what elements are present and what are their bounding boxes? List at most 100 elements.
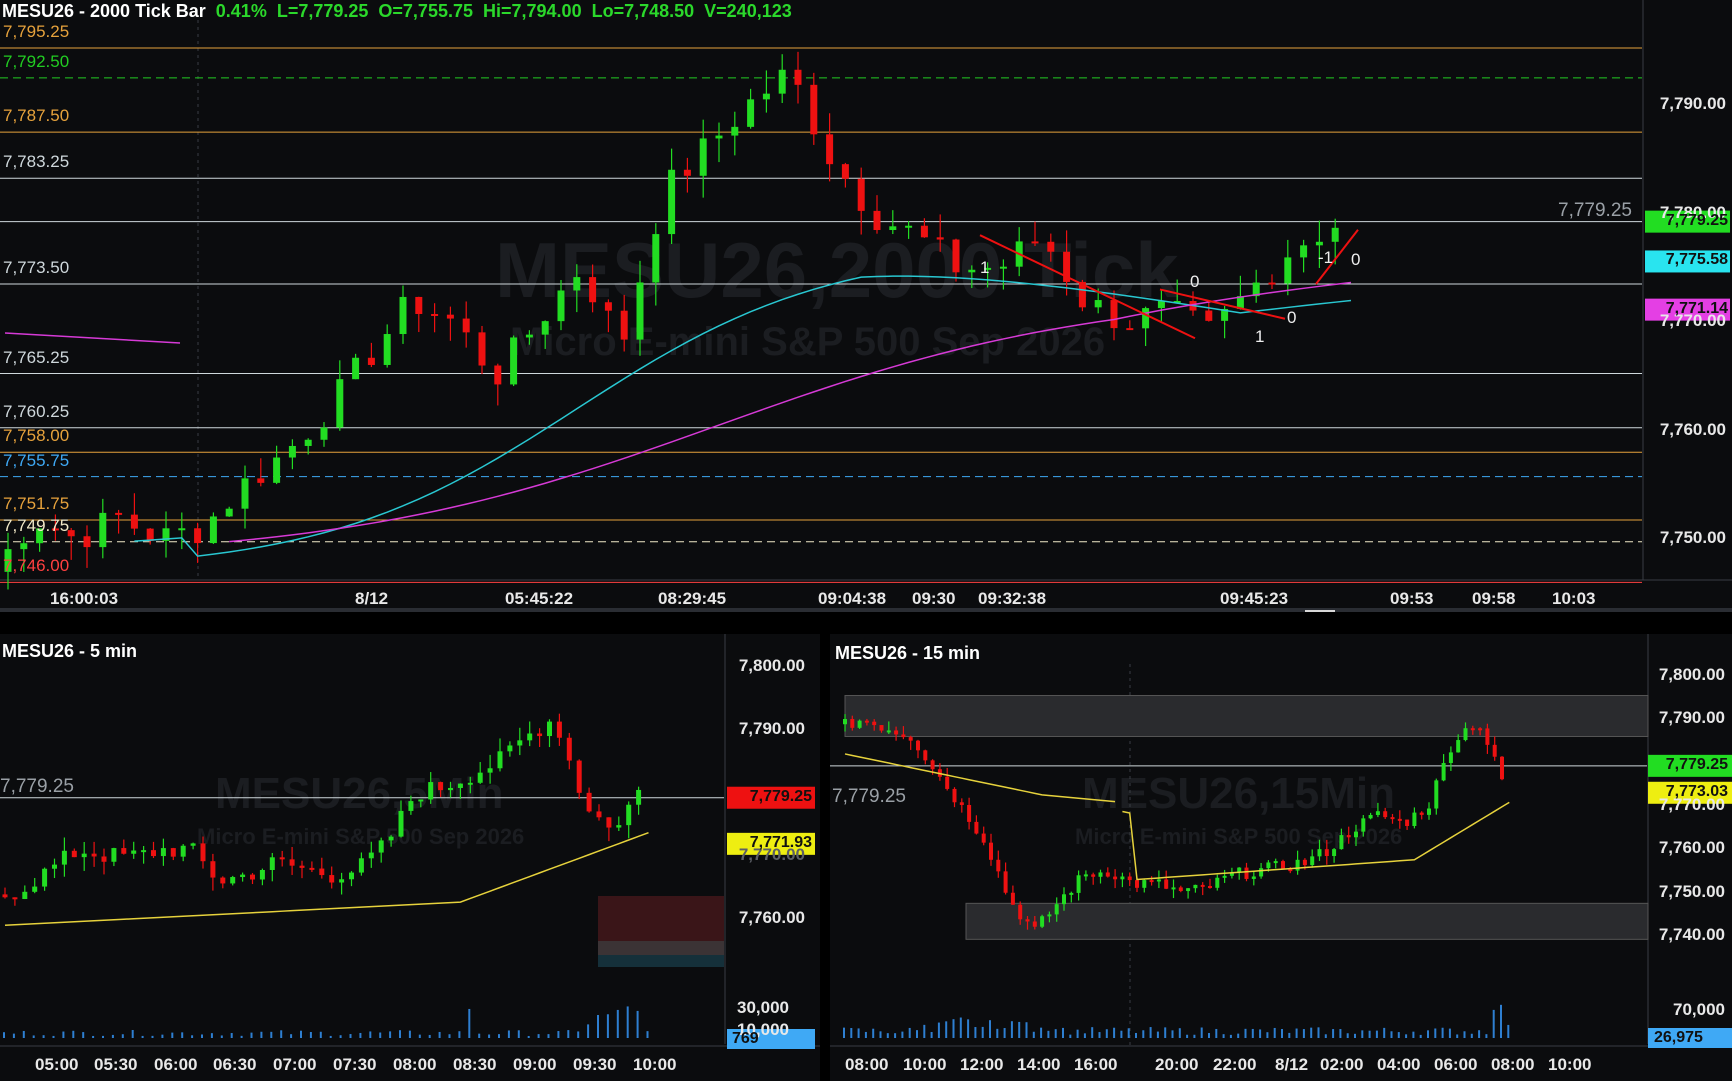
volume-bar bbox=[1025, 1022, 1028, 1038]
volume-bar bbox=[220, 1035, 223, 1038]
volume-bar bbox=[864, 1031, 867, 1038]
volume-bar bbox=[959, 1017, 962, 1038]
fifteen-min-candle bbox=[1215, 877, 1220, 888]
level-label: 7,749.75 bbox=[3, 515, 70, 535]
volume-bar bbox=[349, 1034, 352, 1038]
tick-candle bbox=[920, 225, 928, 238]
five-minute-chart-pane[interactable]: MESU26,5Min Micro E-mini S&P 500 Sep 202… bbox=[0, 634, 820, 1081]
tick-candle bbox=[209, 516, 217, 544]
five-min-candle bbox=[398, 810, 404, 837]
volume-bar bbox=[181, 1032, 184, 1038]
fifteen-min-candle bbox=[916, 740, 920, 751]
tick-candle bbox=[1126, 328, 1134, 331]
volume-bar bbox=[280, 1030, 283, 1038]
volume-bar bbox=[1105, 1029, 1108, 1038]
volume-tag: 769 bbox=[732, 1030, 759, 1047]
tick-candle bbox=[304, 439, 312, 446]
five-min-candle bbox=[477, 772, 483, 783]
fifteen-min-candle bbox=[1448, 752, 1453, 764]
horizontal-scrollbar[interactable] bbox=[0, 608, 1732, 612]
swing-marker: 0 bbox=[1287, 308, 1297, 327]
five-min-candle bbox=[2, 894, 8, 898]
tick-chart-pane[interactable]: MESU26,2000 Tick Micro E-mini S&P 500 Se… bbox=[0, 0, 1732, 612]
time-axis-tick: 12:00 bbox=[960, 1055, 1004, 1074]
fifteen-min-candle bbox=[967, 804, 972, 822]
fifteen-min-candle bbox=[1142, 880, 1147, 888]
fifteen-min-candle bbox=[1478, 728, 1483, 731]
time-axis-tick: 06:30 bbox=[213, 1055, 257, 1074]
volume-bar bbox=[626, 1006, 629, 1038]
five-min-candle bbox=[22, 891, 28, 900]
time-axis-tick: 09:53 bbox=[1390, 589, 1434, 608]
fifteen-min-candle bbox=[930, 760, 935, 770]
price-tag-last: 7,779.25 bbox=[1665, 755, 1728, 773]
tick-candle bbox=[225, 508, 233, 517]
volume-bar bbox=[82, 1032, 85, 1038]
volume-bar bbox=[577, 1031, 580, 1038]
fifteen-min-candle bbox=[1266, 862, 1271, 869]
volume-bar bbox=[161, 1034, 164, 1038]
volume-bar bbox=[448, 1034, 451, 1038]
volume-bar bbox=[1507, 1024, 1510, 1038]
zone-band bbox=[598, 955, 724, 967]
fifteen-min-candle bbox=[1171, 887, 1176, 890]
volume-bar bbox=[1412, 1031, 1415, 1038]
price-axis-tick: 7,750.00 bbox=[1659, 528, 1726, 547]
five-min-candle bbox=[230, 877, 236, 884]
volume-bar bbox=[1171, 1030, 1174, 1038]
tick-candle bbox=[178, 528, 186, 531]
volume-bar bbox=[879, 1031, 882, 1038]
vwap-line bbox=[1122, 801, 1510, 881]
volume-bar bbox=[952, 1019, 955, 1038]
tick-candle bbox=[762, 93, 770, 100]
fifteen-min-candle bbox=[1105, 872, 1110, 877]
fifteen-min-candle bbox=[1062, 894, 1066, 905]
fifteen-minute-chart-pane[interactable]: MESU26,15Min Micro E-mini S&P 500 Sep 20… bbox=[830, 634, 1732, 1081]
volume-bar bbox=[111, 1034, 114, 1038]
scrollbar-thumb[interactable] bbox=[1305, 610, 1335, 612]
fifteen-min-candle bbox=[1397, 818, 1402, 821]
time-axis-tick: 08:00 bbox=[845, 1055, 889, 1074]
time-axis-tick: 10:00 bbox=[903, 1055, 947, 1074]
volume-bar bbox=[1259, 1029, 1262, 1038]
fifteen-minute-chart-canvas[interactable] bbox=[830, 634, 1732, 1081]
fifteen-min-candle bbox=[1463, 728, 1468, 741]
fifteen-min-candle bbox=[1434, 780, 1439, 809]
volume-bar bbox=[527, 1035, 530, 1038]
five-min-candle bbox=[141, 850, 147, 853]
five-min-candle bbox=[527, 733, 533, 741]
volume-bar bbox=[1317, 1027, 1320, 1038]
volume-quote: V=240,123 bbox=[704, 1, 792, 21]
volume-bar bbox=[886, 1033, 889, 1038]
volume-bar bbox=[1324, 1034, 1327, 1038]
fifteen-min-candle bbox=[1120, 876, 1125, 880]
fifteen-min-candle bbox=[1339, 835, 1344, 850]
fifteen-min-candle bbox=[1375, 811, 1380, 815]
time-axis-tick: 09:45:23 bbox=[1220, 589, 1289, 608]
tick-candle bbox=[383, 334, 391, 365]
five-min-candle bbox=[388, 836, 394, 841]
five-min-candle bbox=[428, 782, 434, 800]
volume-bar bbox=[32, 1035, 35, 1038]
volume-bar bbox=[359, 1032, 362, 1038]
volume-bar bbox=[1135, 1032, 1137, 1038]
volume-bar bbox=[42, 1035, 45, 1038]
five-min-candle bbox=[52, 864, 57, 869]
volume-bar bbox=[1142, 1030, 1145, 1038]
volume-bar bbox=[22, 1030, 25, 1038]
fifteen-min-candle bbox=[1047, 914, 1052, 917]
fifteen-min-candle bbox=[1010, 892, 1015, 905]
fifteen-min-candle bbox=[1485, 728, 1490, 745]
five-min-candle bbox=[71, 850, 77, 858]
tick-chart-canvas[interactable] bbox=[0, 0, 1732, 612]
five-minute-chart-canvas[interactable] bbox=[0, 634, 820, 1081]
tick-candle bbox=[478, 332, 486, 366]
volume-bar bbox=[1149, 1027, 1152, 1038]
volume-bar bbox=[131, 1030, 134, 1038]
volume-bar bbox=[1222, 1034, 1225, 1038]
volume-bar bbox=[908, 1027, 911, 1038]
volume-bar bbox=[319, 1031, 322, 1038]
fifteen-min-candle bbox=[1032, 921, 1037, 927]
volume-bar bbox=[1083, 1033, 1086, 1038]
tick-candle bbox=[905, 225, 913, 228]
